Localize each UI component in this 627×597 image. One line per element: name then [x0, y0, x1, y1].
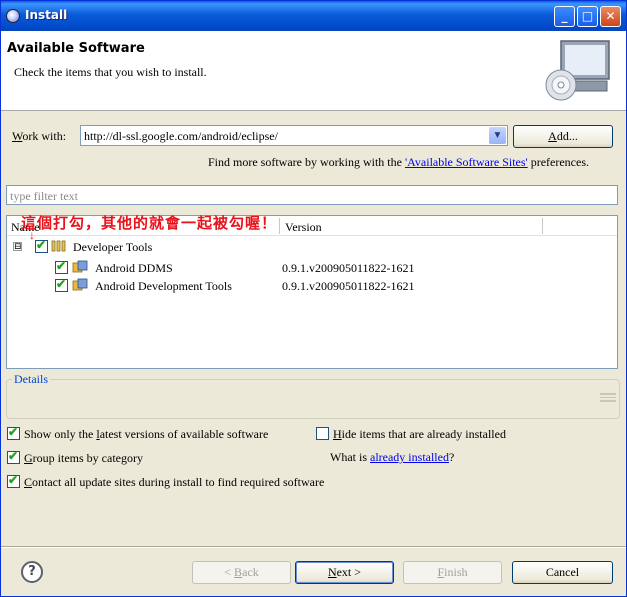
cancel-button[interactable]: Cancel [512, 561, 613, 584]
available-sites-link[interactable]: 'Available Software Sites' [405, 155, 528, 169]
add-site-button[interactable]: Add... [513, 125, 613, 148]
work-with-value: http://dl-ssl.google.com/android/eclipse… [84, 129, 278, 143]
back-button[interactable]: < Back [192, 561, 291, 584]
developer-tools-checkbox[interactable] [35, 238, 48, 253]
details-label: Details [12, 372, 50, 387]
window-title: Install [25, 8, 68, 22]
tree-row-version: 0.9.1.v200905011822-1621 [282, 261, 415, 275]
show-latest-label: Show only the latest versions of availab… [24, 427, 269, 441]
hide-installed-label: Hide items that are already installed [333, 427, 506, 441]
plugin-icon [72, 278, 88, 291]
help-icon[interactable]: ? [21, 561, 43, 583]
find-more-text: Find more software by working with the '… [208, 155, 590, 169]
tree-row-name: Android Development Tools [95, 279, 232, 293]
details-group: Details [6, 372, 620, 419]
next-button[interactable]: Next > [295, 561, 394, 584]
group-by-category-checkbox[interactable] [7, 449, 20, 464]
column-separator[interactable] [542, 218, 543, 234]
filter-input[interactable]: type filter text [6, 185, 618, 205]
tree-row-android-dev-tools[interactable]: Android Development Tools 0.9.1.v2009050… [7, 276, 617, 294]
tree-row-developer-tools[interactable]: ⊟ Developer Tools [7, 238, 617, 256]
contact-sites-label: Contact all update sites during install … [24, 475, 325, 489]
category-icon [51, 240, 66, 252]
install-dialog: Install _ □ ✕ Available Software Check t… [0, 0, 627, 597]
what-is-installed-text: What is already installed? [330, 450, 455, 464]
tree-row-name: Android DDMS [95, 261, 173, 275]
group-by-category-label: Group items by category [24, 451, 143, 465]
wizard-header: Available Software Check the items that … [1, 31, 626, 111]
android-dev-tools-checkbox[interactable] [55, 277, 68, 292]
tree-row-android-ddms[interactable]: Android DDMS 0.9.1.v200905011822-1621 [7, 258, 617, 276]
contact-sites-checkbox[interactable] [7, 473, 20, 488]
column-separator[interactable] [279, 218, 280, 234]
finish-button[interactable]: Finish [403, 561, 502, 584]
chevron-down-icon[interactable]: ▼ [489, 127, 506, 144]
title-bar[interactable]: Install _ □ ✕ [1, 1, 626, 31]
collapse-icon[interactable]: ⊟ [13, 242, 22, 251]
page-description: Check the items that you wish to install… [14, 65, 207, 79]
column-version-header[interactable]: Version [285, 220, 322, 235]
show-latest-checkbox[interactable] [7, 425, 20, 440]
install-monitor-icon [545, 40, 610, 101]
annotation-note: 這個打勾，其他的就會一起被勾喔！ [21, 214, 278, 232]
work-with-combo[interactable]: http://dl-ssl.google.com/android/eclipse… [80, 125, 508, 146]
filter-placeholder: type filter text [10, 189, 78, 203]
already-installed-link[interactable]: already installed [370, 450, 449, 464]
tree-row-name: Developer Tools [73, 240, 153, 254]
software-tree[interactable]: Name Version 這個打勾，其他的就會一起被勾喔！ ↓ ⊟ Develo… [6, 214, 618, 369]
android-ddms-checkbox[interactable] [55, 259, 68, 274]
plugin-icon [72, 260, 88, 273]
hide-installed-checkbox[interactable] [316, 427, 329, 440]
work-with-label: Work with: [12, 129, 67, 143]
tree-row-version: 0.9.1.v200905011822-1621 [282, 279, 415, 293]
page-title: Available Software [7, 41, 145, 56]
eclipse-icon [6, 9, 20, 23]
close-button[interactable]: ✕ [600, 6, 621, 27]
maximize-button[interactable]: □ [577, 6, 598, 27]
footer-separator [1, 546, 626, 548]
resize-grip-icon[interactable] [600, 393, 616, 402]
minimize-button[interactable]: _ [554, 6, 575, 27]
